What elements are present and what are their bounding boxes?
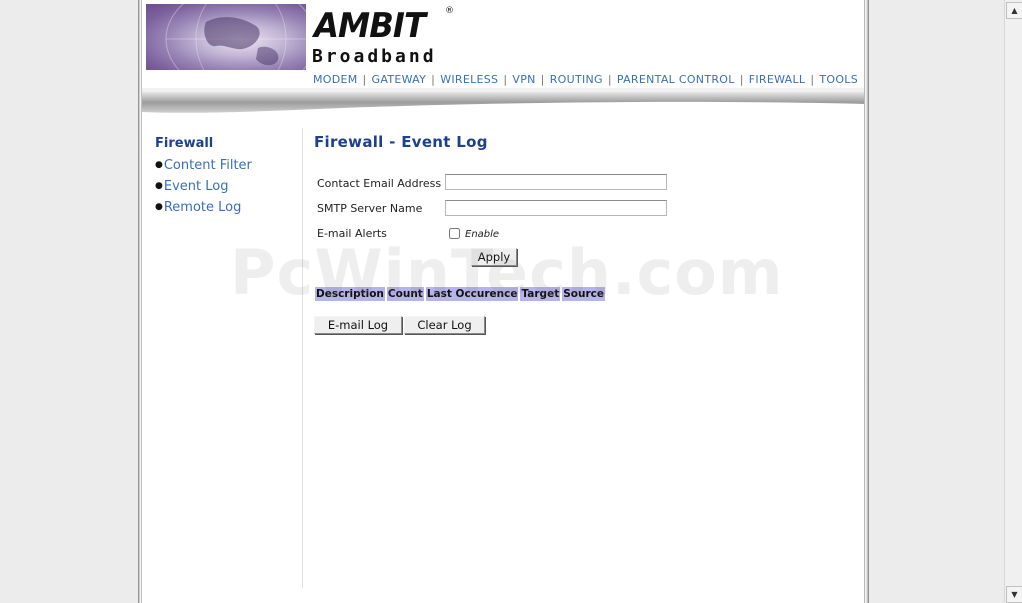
nav-separator: | <box>810 73 815 86</box>
sidebar-item-content-filter[interactable]: ●Content Filter <box>155 155 305 176</box>
nav-tools[interactable]: TOOLS <box>819 73 858 86</box>
router-page: AMBIT ® Broadband MODEM | GATEWAY | WIRELESS… <box>142 0 864 603</box>
email-alerts-label: E-mail Alerts <box>317 227 387 240</box>
apply-button[interactable]: Apply <box>471 248 517 266</box>
nav-separator: | <box>607 73 612 86</box>
nav-separator: | <box>362 73 367 86</box>
left-gutter <box>0 0 138 603</box>
top-navigation: MODEM | GATEWAY | WIRELESS | VPN | ROUTING | PAREN… <box>313 73 858 86</box>
event-log-table: Description Count Last Occurence Target … <box>313 287 607 301</box>
registered-mark: ® <box>445 6 454 16</box>
smtp-server-field[interactable] <box>445 200 667 216</box>
column-header-description[interactable]: Description <box>315 287 385 301</box>
enable-alerts-checkbox[interactable] <box>449 228 460 239</box>
logo-tagline: Broadband <box>312 46 437 67</box>
vertical-scrollbar[interactable]: ▲ ▼ <box>1004 0 1022 603</box>
bullet-icon: ● <box>155 181 163 191</box>
nav-separator: | <box>503 73 508 86</box>
sidebar-item-label[interactable]: Content Filter <box>164 158 252 173</box>
scroll-up-arrow-icon[interactable]: ▲ <box>1006 2 1022 19</box>
logo-wordmark: AMBIT <box>314 6 426 46</box>
nav-separator: | <box>540 73 545 86</box>
nav-gateway[interactable]: GATEWAY <box>372 73 427 86</box>
nav-modem[interactable]: MODEM <box>313 73 358 86</box>
column-header-last-occurence[interactable]: Last Occurence <box>425 287 519 301</box>
header-swoosh-graphic <box>142 88 864 113</box>
nav-vpn[interactable]: VPN <box>512 73 535 86</box>
bullet-icon: ● <box>155 160 163 170</box>
scroll-down-arrow-icon[interactable]: ▼ <box>1006 586 1022 603</box>
sidebar-item-label[interactable]: Remote Log <box>164 200 242 215</box>
contact-email-label: Contact Email Address <box>317 177 442 190</box>
sidebar-item-remote-log[interactable]: ●Remote Log <box>155 197 305 218</box>
sidebar-item-label[interactable]: Event Log <box>164 179 229 194</box>
nav-wireless[interactable]: WIRELESS <box>440 73 498 86</box>
clear-log-button[interactable]: Clear Log <box>404 316 485 334</box>
sidebar-title: Firewall <box>155 136 214 151</box>
globe-banner-image <box>146 4 306 70</box>
nav-separator: | <box>431 73 436 86</box>
bullet-icon: ● <box>155 202 163 212</box>
column-header-count[interactable]: Count <box>386 287 424 301</box>
contact-email-field[interactable] <box>445 174 667 190</box>
enable-alerts-label: Enable <box>465 229 500 240</box>
nav-routing[interactable]: ROUTING <box>550 73 603 86</box>
ambit-logo: AMBIT ® Broadband <box>312 6 464 70</box>
column-header-source[interactable]: Source <box>562 287 605 301</box>
sidebar-menu: Firewall ●Content Filter ●Event Log ●Rem… <box>155 136 305 218</box>
nav-separator: | <box>739 73 744 86</box>
smtp-server-label: SMTP Server Name <box>317 202 423 215</box>
right-gutter <box>869 0 1005 603</box>
table-header-row: Description Count Last Occurence Target … <box>315 287 605 301</box>
nav-firewall[interactable]: FIREWALL <box>749 73 806 86</box>
email-log-button[interactable]: E-mail Log <box>314 316 402 334</box>
page-title: Firewall - Event Log <box>314 133 488 151</box>
nav-parental-control[interactable]: PARENTAL CONTROL <box>617 73 735 86</box>
column-header-target[interactable]: Target <box>520 287 561 301</box>
sidebar-item-event-log[interactable]: ●Event Log <box>155 176 305 197</box>
